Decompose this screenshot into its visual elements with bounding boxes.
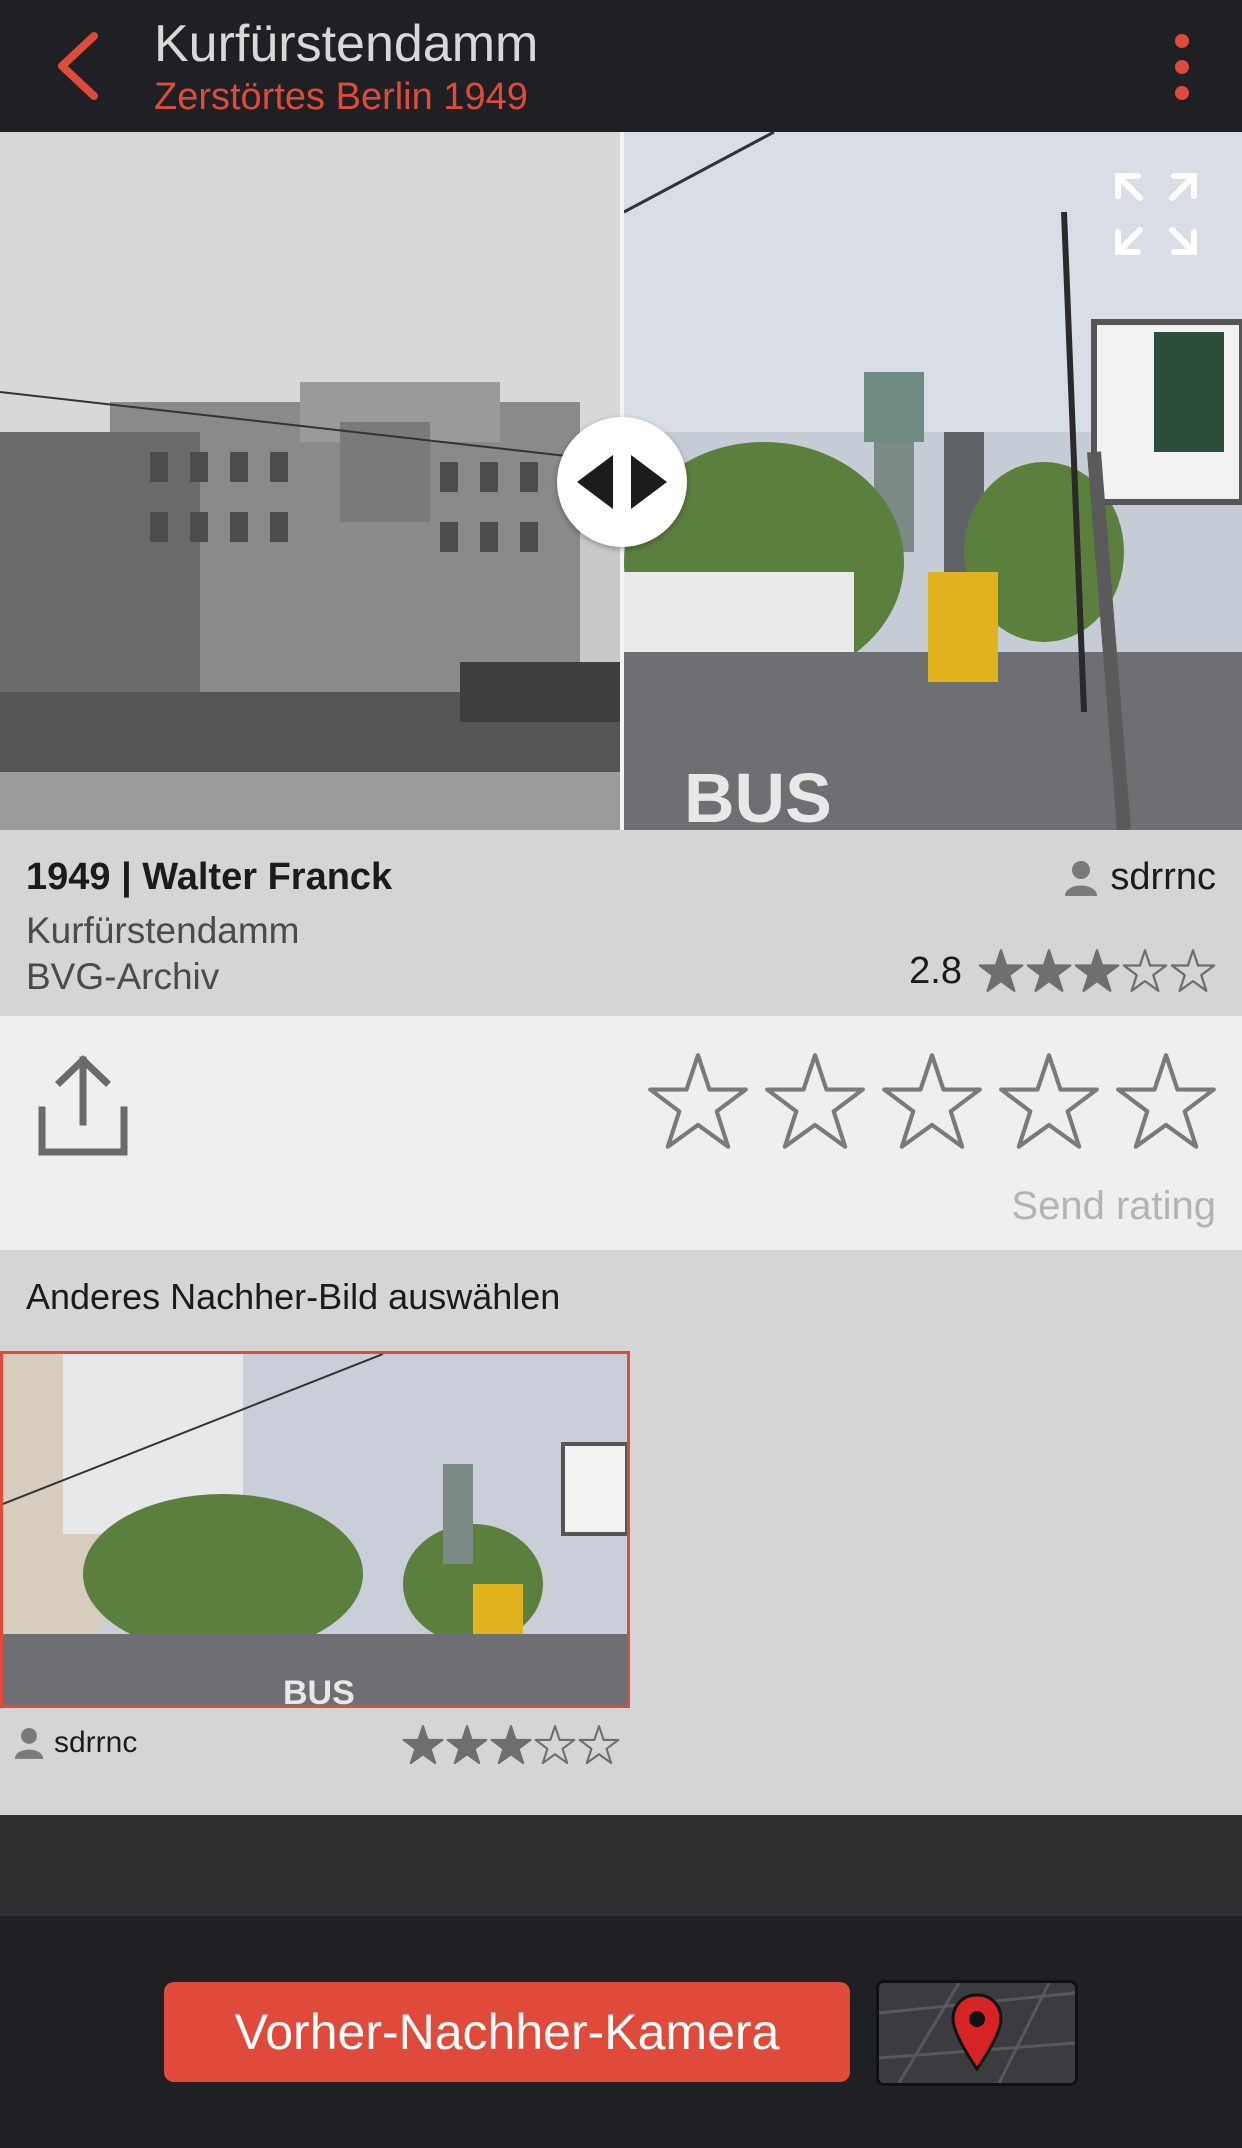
user-icon (1065, 860, 1098, 896)
fullscreen-icon (1115, 173, 1197, 255)
page-subtitle[interactable]: Zerstörtes Berlin 1949 (154, 76, 528, 119)
content-spacer (0, 1815, 1242, 1916)
share-button[interactable] (36, 1052, 130, 1160)
split-arrows-icon (577, 455, 667, 509)
before-photo (0, 132, 620, 830)
before-after-comparison[interactable]: BUS (0, 132, 1242, 830)
app-header: Kurfürstendamm Zerstörtes Berlin 1949 (0, 0, 1242, 132)
send-rating-button[interactable]: Send rating (1011, 1184, 1216, 1229)
rate-star-2-button[interactable] (763, 1050, 867, 1154)
back-button[interactable] (48, 28, 108, 104)
alternative-photo: BUS (3, 1354, 627, 1705)
alternative-uploader: sdrrnc (14, 1726, 137, 1760)
rating-input[interactable] (633, 1050, 1218, 1154)
page-title: Kurfürstendamm (154, 15, 539, 73)
photo-source: BVG-Archiv (26, 956, 220, 997)
average-rating: 2.8 (909, 948, 1216, 994)
star-outline-icon (765, 1053, 865, 1149)
star-outline-icon (1116, 1053, 1216, 1149)
share-icon (38, 1055, 128, 1156)
user-icon (14, 1728, 44, 1759)
star-outline-icon (534, 1725, 576, 1765)
uploader-name: sdrrnc (1110, 856, 1216, 898)
chevron-left-icon (58, 32, 98, 100)
comparison-slider-handle[interactable] (557, 417, 687, 547)
alternative-images-title: Anderes Nachher-Bild auswählen (26, 1276, 561, 1317)
map-button[interactable] (876, 1980, 1078, 2086)
year-author: 1949 | Walter Franck (26, 856, 393, 898)
svg-text:BUS: BUS (283, 1674, 355, 1705)
more-vertical-icon (1162, 34, 1202, 100)
star-outline-icon (648, 1053, 748, 1149)
star-filled-icon (490, 1725, 532, 1765)
alternative-images-section: Anderes Nachher-Bild auswählen BUS sdrrn… (0, 1250, 1242, 1815)
star-outline-icon (578, 1725, 620, 1765)
fullscreen-button[interactable] (1114, 172, 1198, 256)
alternative-rating-stars (400, 1724, 620, 1766)
rating-stars (976, 948, 1216, 994)
rating-value: 2.8 (909, 949, 962, 992)
rate-star-5-button[interactable] (1114, 1050, 1218, 1154)
map-preview (879, 1983, 1075, 2083)
rate-star-4-button[interactable] (997, 1050, 1101, 1154)
star-outline-icon (999, 1053, 1099, 1149)
alternative-image-thumbnail[interactable]: BUS (0, 1351, 630, 1708)
photo-info-panel: 1949 | Walter Franck Kurfürstendamm BVG-… (0, 830, 1242, 1016)
more-options-button[interactable] (1162, 34, 1202, 100)
star-filled-icon (402, 1725, 444, 1765)
rate-star-3-button[interactable] (880, 1050, 984, 1154)
alternative-uploader-name: sdrrnc (54, 1726, 138, 1759)
svg-text:BUS: BUS (684, 759, 832, 830)
star-filled-icon (1026, 949, 1072, 992)
star-filled-icon (1074, 949, 1120, 992)
bottom-bar: Vorher-Nachher-Kamera (0, 1916, 1242, 2148)
rate-star-1-button[interactable] (646, 1050, 750, 1154)
uploader[interactable]: sdrrnc (1064, 856, 1216, 899)
star-outline-icon (882, 1053, 982, 1149)
star-outline-icon (1170, 949, 1216, 992)
star-filled-icon (446, 1725, 488, 1765)
rating-panel: Send rating (0, 1016, 1242, 1250)
before-after-camera-button[interactable]: Vorher-Nachher-Kamera (164, 1982, 850, 2082)
star-outline-icon (1122, 949, 1168, 992)
photo-location: Kurfürstendamm (26, 910, 300, 951)
star-filled-icon (978, 949, 1024, 992)
